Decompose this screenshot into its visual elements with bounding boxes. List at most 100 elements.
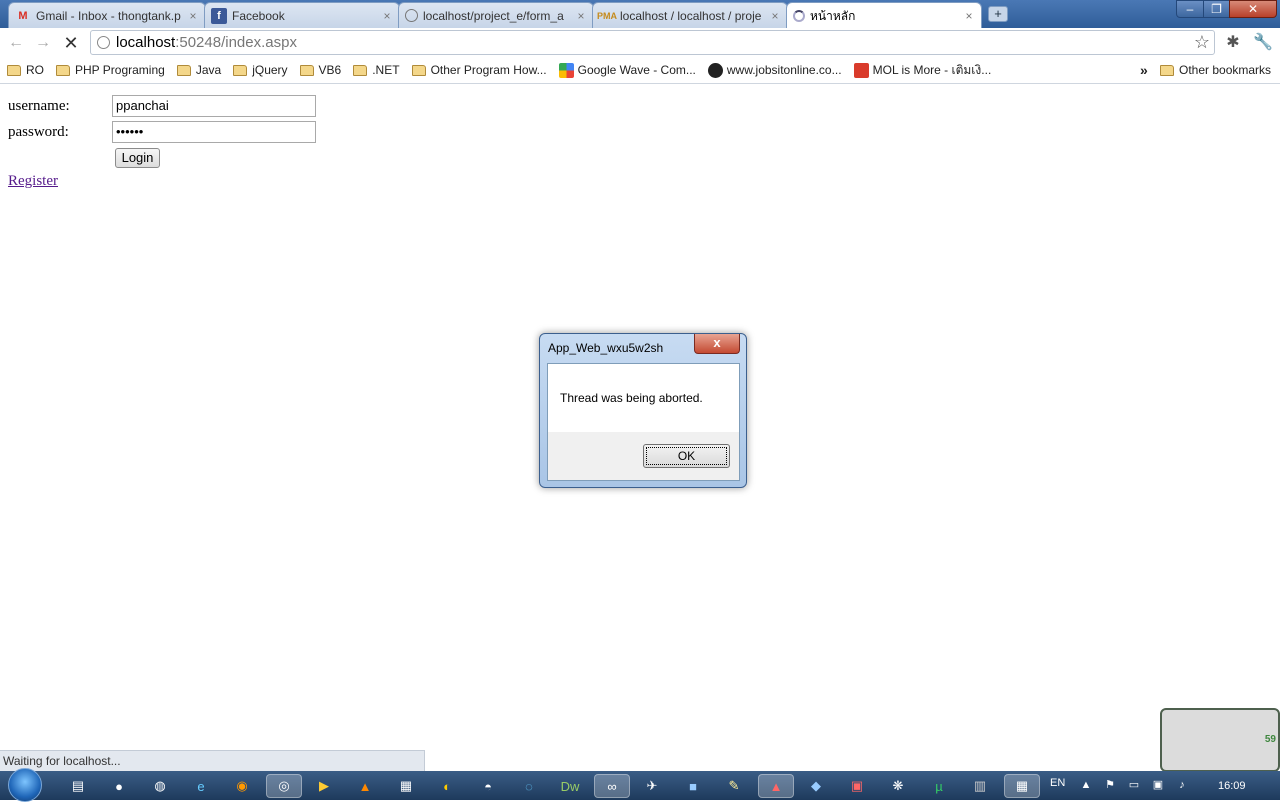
firefox-icon[interactable]: ◉ <box>230 774 254 798</box>
taskbar: ▤ ● ◍ e ◉ ◎ ▶ ▲ ▦ ◐ ◓ ◌ Dw ∞ ✈ ■ ✎ ▲ ◆ ▣… <box>0 768 1280 802</box>
close-tab-icon[interactable]: × <box>187 9 199 23</box>
bookmark-folder[interactable]: VB6 <box>299 63 342 77</box>
folder-icon <box>233 64 248 76</box>
app-icon[interactable]: ◐ <box>435 774 459 798</box>
register-link[interactable]: Register <box>8 173 58 190</box>
page-info-icon[interactable] <box>97 36 110 49</box>
desktop-gadget[interactable]: 59 <box>1160 708 1280 772</box>
chrome-taskbar-button[interactable]: ◎ <box>266 774 302 798</box>
tray-expand-icon[interactable]: ▲ <box>1080 779 1092 791</box>
bookmark-label: .NET <box>372 63 400 77</box>
visual-studio-taskbar-button[interactable]: ∞ <box>594 774 630 798</box>
bookmark-google-wave[interactable]: Google Wave - Com... <box>558 62 696 78</box>
bookmark-jobsitonline[interactable]: www.jobsitonline.co... <box>707 62 842 78</box>
dialog-body: Thread was being aborted. OK <box>547 363 740 481</box>
phpmyadmin-icon: PMA <box>597 10 617 21</box>
globe-icon <box>405 9 418 22</box>
app-taskbar-button[interactable]: ▲ <box>758 774 794 798</box>
bookmark-label: jQuery <box>252 63 288 77</box>
bookmark-folder[interactable]: PHP Programing <box>56 63 165 77</box>
bookmark-star-icon[interactable]: ☆ <box>1194 32 1210 53</box>
folder-icon <box>176 64 191 76</box>
bookmark-folder[interactable]: .NET <box>353 63 400 77</box>
app-icon[interactable]: ▣ <box>845 774 869 798</box>
tab-title: หน้าหลัก <box>810 8 856 23</box>
taskbar-clock[interactable]: 16:09 <box>1218 780 1246 792</box>
bookmark-label: PHP Programing <box>75 63 165 77</box>
media-icon[interactable]: ▶ <box>312 774 336 798</box>
bookmark-mol[interactable]: MOL is More - เติมเงิ... <box>853 61 992 80</box>
forward-button[interactable]: → <box>32 32 54 54</box>
close-tab-icon[interactable]: × <box>963 9 975 23</box>
utorrent-icon[interactable]: µ <box>927 774 951 798</box>
bookmark-folder[interactable]: jQuery <box>233 63 288 77</box>
google-wave-icon <box>558 62 574 78</box>
close-tab-icon[interactable]: × <box>381 9 393 23</box>
video-editor-icon[interactable]: ▦ <box>394 774 418 798</box>
dialog-close-button[interactable]: x <box>694 334 740 354</box>
bookmark-folder[interactable]: Java <box>176 63 221 77</box>
app-icon[interactable]: ❋ <box>886 774 910 798</box>
new-tab-button[interactable]: + <box>988 6 1008 22</box>
messenger-icon[interactable]: ● <box>107 774 131 798</box>
facebook-icon: f <box>211 7 227 24</box>
action-center-flag-icon[interactable]: ⚑ <box>1104 779 1116 791</box>
tab-gmail[interactable]: M Gmail - Inbox - thongtank.p × <box>8 2 206 28</box>
bookmark-label: VB6 <box>318 63 342 77</box>
close-tab-icon[interactable]: × <box>575 9 587 23</box>
jobsitonline-icon <box>707 62 723 78</box>
close-tab-icon[interactable]: × <box>769 9 781 23</box>
minimize-button[interactable]: – <box>1176 0 1204 18</box>
vlc-icon[interactable]: ▲ <box>353 774 377 798</box>
explorer-icon[interactable]: ▤ <box>66 774 90 798</box>
tab-phpmyadmin[interactable]: PMA localhost / localhost / proje × <box>592 2 788 28</box>
folder-icon <box>299 64 314 76</box>
bookmark-label: MOL is More - เติมเงิ... <box>872 62 992 77</box>
password-label: password: <box>8 124 69 140</box>
language-indicator[interactable]: EN <box>1050 777 1065 789</box>
close-window-button[interactable]: ✕ <box>1229 0 1277 18</box>
chat-icon[interactable]: ◍ <box>148 774 172 798</box>
network-icon[interactable]: ▣ <box>1152 779 1164 791</box>
app-icon[interactable]: ✈ <box>640 774 664 798</box>
bookmarks-bar: RO PHP Programing Java jQuery VB6 .NET O… <box>0 57 1280 84</box>
browser-toolbar: ← → ✕ localhost:50248/index.aspx ☆ ✱ 🔧 <box>0 28 1280 57</box>
other-bookmarks-folder[interactable]: Other bookmarks <box>1160 63 1271 77</box>
ok-button[interactable]: OK <box>643 444 730 468</box>
tab-home-active[interactable]: หน้าหลัก × <box>786 2 982 28</box>
mol-icon <box>853 62 869 78</box>
maximize-button[interactable]: ❐ <box>1203 0 1230 18</box>
notepad-icon[interactable]: ✎ <box>722 774 746 798</box>
stop-loading-button[interactable]: ✕ <box>60 32 82 54</box>
bookmark-folder[interactable]: Other Program How... <box>411 63 547 77</box>
extension-icon[interactable]: ✱ <box>1222 32 1244 54</box>
calculator-taskbar-button[interactable]: ▦ <box>1004 774 1040 798</box>
username-field[interactable]: ppanchai <box>112 95 316 117</box>
app-icon[interactable]: ■ <box>681 774 705 798</box>
internet-explorer-icon[interactable]: e <box>189 774 213 798</box>
dreamweaver-icon[interactable]: Dw <box>558 774 582 798</box>
password-field[interactable]: •••••• <box>112 121 316 143</box>
username-label: username: <box>8 98 70 114</box>
volume-icon[interactable]: ♪ <box>1176 779 1188 791</box>
bookmark-label: Other Program How... <box>430 63 547 77</box>
folder-icon <box>1160 64 1174 76</box>
bookmark-folder[interactable]: RO <box>7 63 44 77</box>
dialog-title: App_Web_wxu5w2sh <box>548 341 664 355</box>
app-icon[interactable]: ▥ <box>968 774 992 798</box>
start-button[interactable] <box>8 768 42 802</box>
bookmarks-overflow-chevron[interactable]: » <box>1140 62 1148 78</box>
tray-app-icon[interactable]: ▭ <box>1128 779 1140 791</box>
address-bar[interactable]: localhost:50248/index.aspx ☆ <box>90 30 1215 55</box>
login-button[interactable]: Login <box>115 148 160 168</box>
back-button[interactable]: ← <box>5 32 27 54</box>
app-icon[interactable]: ◓ <box>476 774 500 798</box>
wrench-menu-icon[interactable]: 🔧 <box>1252 32 1274 54</box>
app-icon[interactable]: ◌ <box>517 774 541 798</box>
folder-icon <box>7 64 21 76</box>
app-icon[interactable]: ◆ <box>804 774 828 798</box>
folder-icon <box>411 64 426 76</box>
tab-facebook[interactable]: f Facebook × <box>204 2 400 28</box>
dialog-message-area: Thread was being aborted. <box>548 364 739 432</box>
tab-localhost-form[interactable]: localhost/project_e/form_a × <box>398 2 594 28</box>
